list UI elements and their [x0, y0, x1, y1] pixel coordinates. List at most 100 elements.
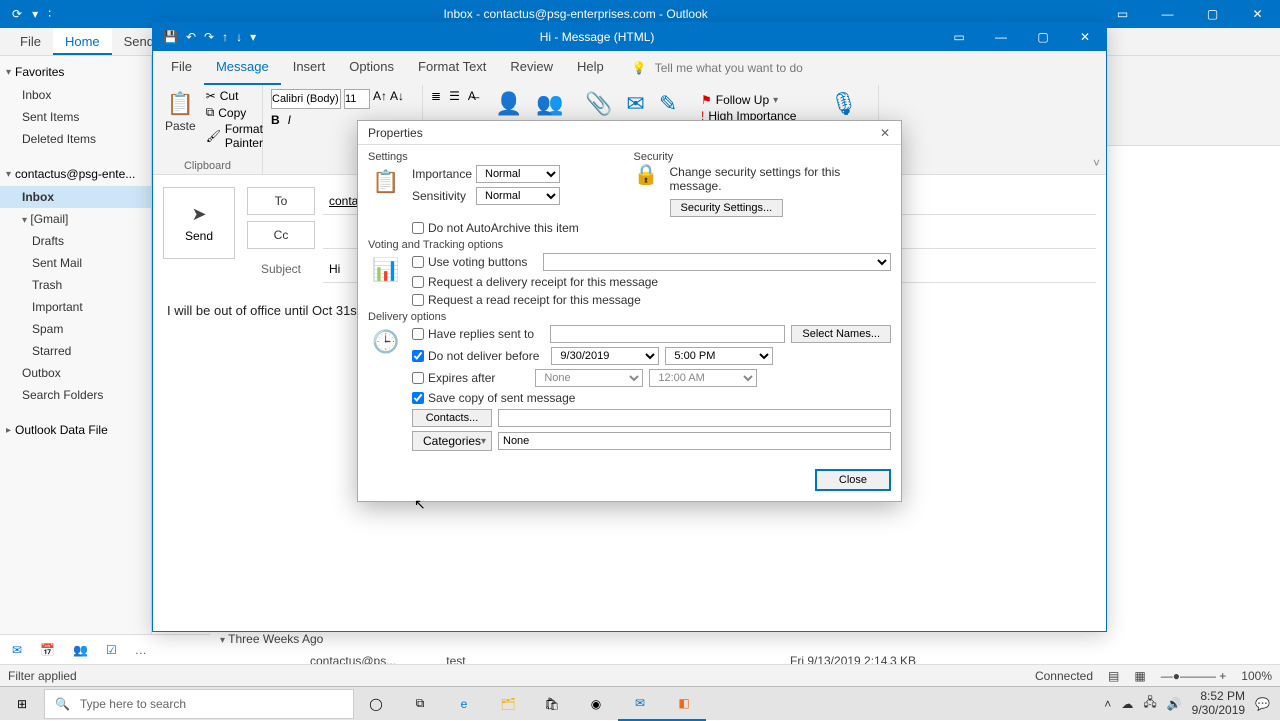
- attach-file-icon[interactable]: 📎: [581, 89, 616, 119]
- italic-icon[interactable]: I: [288, 113, 291, 127]
- nav-drafts[interactable]: Drafts: [0, 230, 151, 252]
- categories-field[interactable]: [498, 432, 891, 450]
- cut-button[interactable]: ✂Cut: [206, 89, 263, 103]
- qat-redo-icon[interactable]: ↷: [204, 30, 214, 44]
- security-settings-button[interactable]: Security Settings...: [670, 199, 784, 217]
- msgtab-formattext[interactable]: Format Text: [406, 51, 498, 85]
- store-icon[interactable]: 🛍: [530, 687, 574, 721]
- delivery-receipt-checkbox[interactable]: Request a delivery receipt for this mess…: [412, 275, 658, 289]
- minimize-button[interactable]: —: [1145, 0, 1190, 28]
- close-button-dialog[interactable]: Close: [815, 469, 891, 491]
- datafile-header[interactable]: ▸Outlook Data File: [0, 418, 151, 442]
- tell-me-box[interactable]: 💡Tell me what you want to do: [616, 51, 803, 85]
- clear-format-icon[interactable]: A̶: [468, 89, 476, 103]
- bold-icon[interactable]: B: [271, 113, 280, 127]
- tray-network-icon[interactable]: 🖧: [1143, 693, 1156, 714]
- signature-icon[interactable]: ✎: [655, 89, 681, 119]
- tab-home[interactable]: Home: [53, 28, 112, 55]
- qat-prev-icon[interactable]: ↑: [222, 30, 228, 44]
- view-reading-icon[interactable]: ▦: [1134, 669, 1145, 683]
- voting-buttons-select[interactable]: [543, 253, 891, 271]
- tab-file[interactable]: File: [8, 28, 53, 55]
- expires-time-select[interactable]: 12:00 AM: [649, 369, 757, 387]
- edge-icon[interactable]: e: [442, 687, 486, 721]
- send-button[interactable]: ➤ Send: [163, 187, 235, 259]
- qat-undo-icon[interactable]: ↶: [186, 30, 196, 44]
- nav-outbox[interactable]: Outbox: [0, 362, 151, 384]
- copy-button[interactable]: ⧉Copy: [206, 105, 263, 120]
- people-icon[interactable]: 👥: [73, 643, 88, 657]
- msgtab-insert[interactable]: Insert: [281, 51, 338, 85]
- msgwin-minimize-button[interactable]: —: [980, 23, 1022, 51]
- format-painter-button[interactable]: 🖌Format Painter: [206, 122, 263, 150]
- tray-notifications-icon[interactable]: 💬: [1255, 697, 1270, 711]
- zoom-slider[interactable]: —●——— +: [1161, 669, 1227, 683]
- account-header[interactable]: ▾contactus@psg-ente...: [0, 162, 151, 186]
- use-voting-checkbox[interactable]: Use voting buttons: [412, 255, 527, 269]
- cortana-icon[interactable]: ◯: [354, 687, 398, 721]
- nav-spam[interactable]: Spam: [0, 318, 151, 340]
- categories-button[interactable]: Categories▾: [412, 431, 492, 451]
- no-autoarchive-checkbox[interactable]: Do not AutoArchive this item: [412, 221, 579, 235]
- msgtab-options[interactable]: Options: [337, 51, 406, 85]
- address-book-icon[interactable]: 👤: [491, 89, 526, 119]
- more-icon[interactable]: …: [135, 643, 147, 657]
- tray-onedrive-icon[interactable]: ☁: [1121, 697, 1133, 711]
- attach-item-icon[interactable]: ✉: [622, 89, 648, 119]
- msgwin-maximize-button[interactable]: ▢: [1022, 23, 1064, 51]
- to-button[interactable]: To: [247, 187, 315, 215]
- font-name-combo[interactable]: [271, 89, 341, 109]
- nav-inbox[interactable]: Inbox: [0, 186, 151, 208]
- do-not-deliver-checkbox[interactable]: Do not deliver before: [412, 349, 539, 363]
- follow-up-button[interactable]: ⚑Follow Up ▾: [701, 93, 805, 107]
- have-replies-checkbox[interactable]: Have replies sent to: [412, 327, 534, 341]
- taskbar-search[interactable]: 🔍 Type here to search: [44, 689, 354, 719]
- start-button[interactable]: ⊞: [0, 687, 44, 721]
- check-names-icon[interactable]: 👥: [532, 89, 567, 119]
- outlook-taskbar-icon[interactable]: ✉: [618, 687, 662, 721]
- msgwin-ribbon-display-icon[interactable]: ▭: [938, 23, 980, 51]
- deliver-date-select[interactable]: 9/30/2019: [551, 347, 659, 365]
- qat-dropdown-icon[interactable]: ▾: [32, 7, 38, 21]
- close-button[interactable]: ✕: [1235, 0, 1280, 28]
- have-replies-field[interactable]: [550, 325, 785, 343]
- deliver-time-select[interactable]: 5:00 PM: [665, 347, 773, 365]
- grow-font-icon[interactable]: A↑: [373, 89, 387, 109]
- nav-deleteditems-fav[interactable]: Deleted Items: [0, 128, 151, 150]
- bullets-icon[interactable]: ≣: [431, 89, 441, 103]
- properties-close-icon[interactable]: ✕: [875, 126, 895, 140]
- calendar-icon[interactable]: 📅: [40, 643, 55, 657]
- nav-trash[interactable]: Trash: [0, 274, 151, 296]
- snagit-icon[interactable]: ◧: [662, 687, 706, 721]
- favorites-header[interactable]: ▾Favorites: [0, 60, 151, 84]
- expires-date-select[interactable]: None: [535, 369, 643, 387]
- nav-starred[interactable]: Starred: [0, 340, 151, 362]
- tray-chevron-icon[interactable]: ˄: [1104, 697, 1111, 711]
- paste-button[interactable]: 📋Paste: [161, 89, 200, 135]
- maximize-button[interactable]: ▢: [1190, 0, 1235, 28]
- taskview-icon[interactable]: ⧉: [398, 687, 442, 721]
- nav-searchfolders[interactable]: Search Folders: [0, 384, 151, 406]
- view-normal-icon[interactable]: ▤: [1108, 669, 1119, 683]
- nav-sentitems-fav[interactable]: Sent Items: [0, 106, 151, 128]
- font-size-combo[interactable]: [344, 89, 370, 109]
- nav-inbox-fav[interactable]: Inbox: [0, 84, 151, 106]
- nav-important[interactable]: Important: [0, 296, 151, 318]
- nav-gmail[interactable]: ▾ [Gmail]: [0, 208, 151, 230]
- nav-sentmail[interactable]: Sent Mail: [0, 252, 151, 274]
- msgtab-file[interactable]: File: [159, 51, 204, 85]
- contacts-field[interactable]: [498, 409, 891, 427]
- tray-volume-icon[interactable]: 🔊: [1167, 697, 1182, 711]
- numbering-icon[interactable]: ☰: [449, 89, 460, 103]
- tasks-icon[interactable]: ☑: [106, 643, 117, 657]
- qat-next-icon[interactable]: ↓: [236, 30, 242, 44]
- sensitivity-select[interactable]: Normal: [476, 187, 560, 205]
- collapse-ribbon-icon[interactable]: ˅: [1093, 156, 1100, 170]
- cc-button[interactable]: Cc: [247, 221, 315, 249]
- mail-icon[interactable]: ✉: [12, 643, 22, 657]
- qat-save-icon[interactable]: 💾: [163, 30, 178, 44]
- contacts-button[interactable]: Contacts...: [412, 409, 492, 427]
- autosave-icon[interactable]: ⟳: [12, 7, 22, 21]
- select-names-button[interactable]: Select Names...: [791, 325, 891, 343]
- importance-select[interactable]: Normal: [476, 165, 560, 183]
